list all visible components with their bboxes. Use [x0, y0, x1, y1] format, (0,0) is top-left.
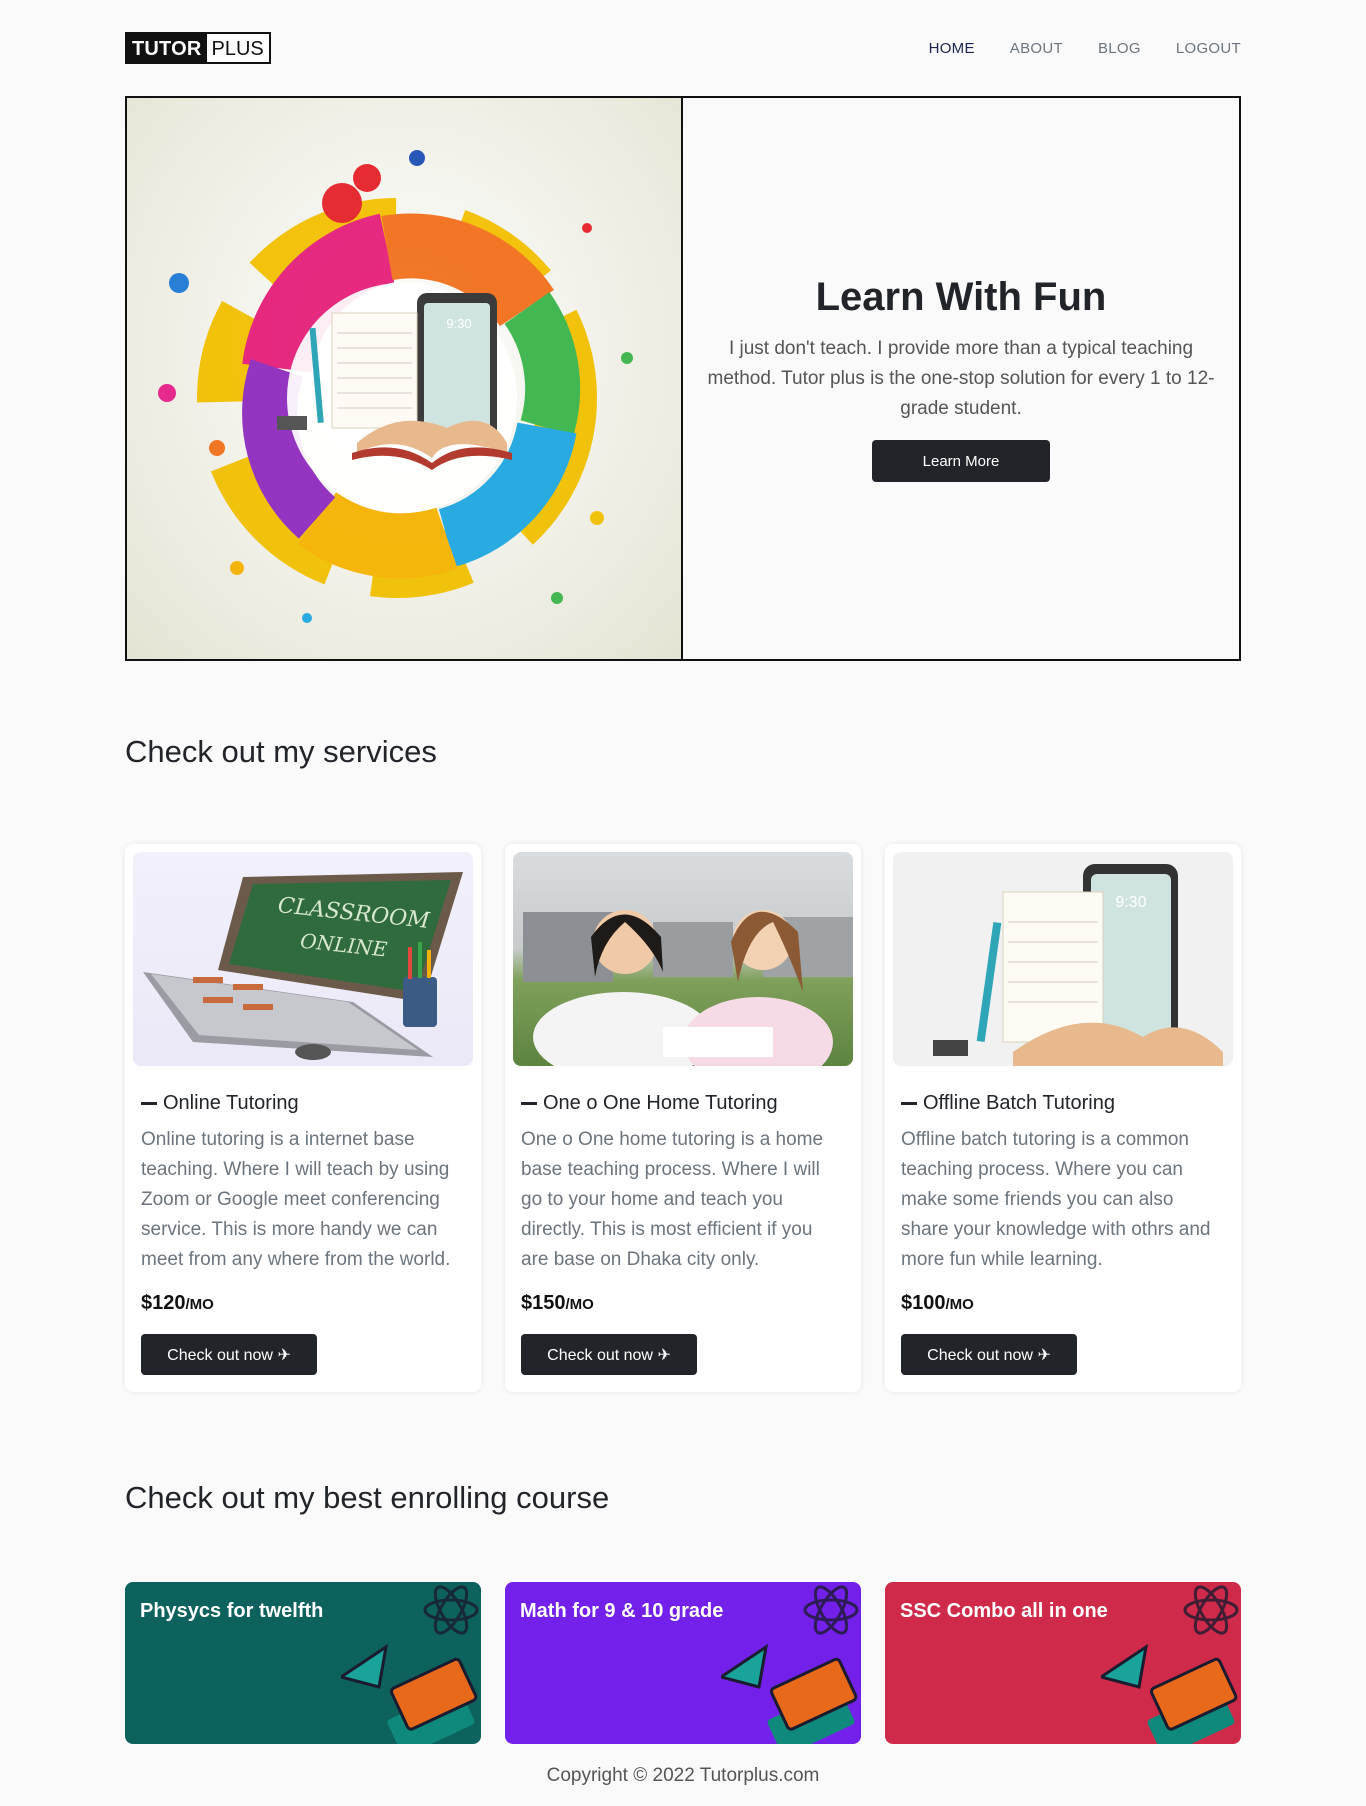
nav-blog[interactable]: BLOG	[1098, 40, 1141, 57]
service-title-text: Online Tutoring	[163, 1092, 299, 1114]
ruler-icon	[341, 1643, 389, 1689]
plane-icon: ✈	[1037, 1346, 1051, 1364]
price-value: $100	[901, 1292, 946, 1314]
service-title: Online Tutoring	[141, 1092, 465, 1115]
books-icon	[1147, 1657, 1238, 1744]
course-illustration	[721, 1585, 859, 1744]
price-value: $150	[521, 1292, 566, 1314]
course-title: Math for 9 & 10 grade	[520, 1600, 724, 1622]
check-out-button[interactable]: Check out now ✈	[901, 1334, 1077, 1375]
dash-icon	[901, 1102, 917, 1106]
service-card-offline: 9:30 Offline Batch Tutoring Offline batc…	[885, 844, 1241, 1392]
atom-icon	[423, 1585, 479, 1635]
service-card-online: CLASSROOM ONLINE Online Tutoring Online …	[125, 844, 481, 1392]
check-out-label: Check out now	[547, 1346, 653, 1364]
hero-description: I just don't teach. I provide more than …	[707, 338, 1215, 419]
hero-image: 9:30	[127, 98, 683, 659]
service-title: Offline Batch Tutoring	[901, 1092, 1225, 1115]
ruler-icon	[1101, 1643, 1149, 1689]
check-out-label: Check out now	[927, 1346, 1033, 1364]
logo-tutor: TUTOR	[127, 34, 207, 62]
logo-plus: PLUS	[206, 34, 269, 62]
price-unit: /MO	[565, 1296, 594, 1313]
atom-icon	[1183, 1585, 1239, 1635]
service-description: One o One home tutoring is a home base t…	[521, 1129, 824, 1270]
service-price: $120/MO	[141, 1292, 214, 1315]
service-card-home: One o One Home Tutoring One o One home t…	[505, 844, 861, 1392]
ruler-icon	[721, 1643, 769, 1689]
navbar: TUTOR PLUS HOME ABOUT BLOG LOGOUT	[125, 32, 1241, 66]
nav-home[interactable]: HOME	[929, 40, 975, 57]
services-heading: Check out my services	[125, 734, 437, 769]
check-out-button[interactable]: Check out now ✈	[141, 1334, 317, 1375]
nav-logout[interactable]: LOGOUT	[1176, 40, 1241, 57]
price-unit: /MO	[945, 1296, 974, 1313]
course-illustration	[341, 1585, 479, 1744]
classroom-online-image: CLASSROOM ONLINE	[133, 852, 473, 1066]
offline-tutoring-image: 9:30	[893, 852, 1233, 1066]
plane-icon: ✈	[277, 1346, 291, 1364]
service-title-text: One o One Home Tutoring	[543, 1092, 778, 1114]
course-illustration	[1101, 1585, 1239, 1744]
courses-heading: Check out my best enrolling course	[125, 1480, 610, 1515]
service-title-text: Offline Batch Tutoring	[923, 1092, 1115, 1114]
check-out-label: Check out now	[167, 1346, 273, 1364]
service-description: Online tutoring is a internet base teach…	[141, 1129, 451, 1270]
course-card-physics[interactable]: Physycs for twelfth	[125, 1582, 481, 1744]
home-tutoring-image	[513, 852, 853, 1066]
price-value: $120	[141, 1292, 186, 1314]
nav-menu: HOME ABOUT BLOG LOGOUT	[894, 40, 1241, 57]
service-description: Offline batch tutoring is a common teach…	[901, 1129, 1211, 1270]
price-unit: /MO	[185, 1296, 214, 1313]
phone-time: 9:30	[1115, 894, 1146, 911]
nav-about[interactable]: ABOUT	[1010, 40, 1063, 57]
dash-icon	[521, 1102, 537, 1106]
books-icon	[387, 1657, 478, 1744]
atom-icon	[803, 1585, 859, 1635]
service-price: $100/MO	[901, 1292, 974, 1315]
hero-section: 9:30 Learn With Fun I just don't teach. …	[125, 96, 1241, 661]
hero-title: Learn With Fun	[815, 275, 1107, 319]
dash-icon	[141, 1102, 157, 1106]
course-title: SSC Combo all in one	[900, 1600, 1108, 1622]
learn-more-button[interactable]: Learn More	[872, 440, 1050, 482]
plane-icon: ✈	[657, 1346, 671, 1364]
service-title: One o One Home Tutoring	[521, 1092, 845, 1115]
course-card-ssc[interactable]: SSC Combo all in one	[885, 1582, 1241, 1744]
service-price: $150/MO	[521, 1292, 594, 1315]
course-title: Physycs for twelfth	[140, 1600, 324, 1622]
courses-list: Physycs for twelfth Math for 9 & 10 grad…	[125, 1582, 1241, 1744]
services-list: CLASSROOM ONLINE Online Tutoring Online …	[125, 844, 1241, 1392]
paint-splash-illustration: 9:30	[158, 150, 633, 623]
logo[interactable]: TUTOR PLUS	[125, 32, 271, 64]
phone-time: 9:30	[446, 316, 471, 331]
check-out-button[interactable]: Check out now ✈	[521, 1334, 697, 1375]
course-card-math[interactable]: Math for 9 & 10 grade	[505, 1582, 861, 1744]
hero-content: Learn With Fun I just don't teach. I pro…	[683, 98, 1239, 659]
books-icon	[767, 1657, 858, 1744]
footer-copyright: Copyright © 2022 Tutorplus.com	[546, 1765, 820, 1786]
